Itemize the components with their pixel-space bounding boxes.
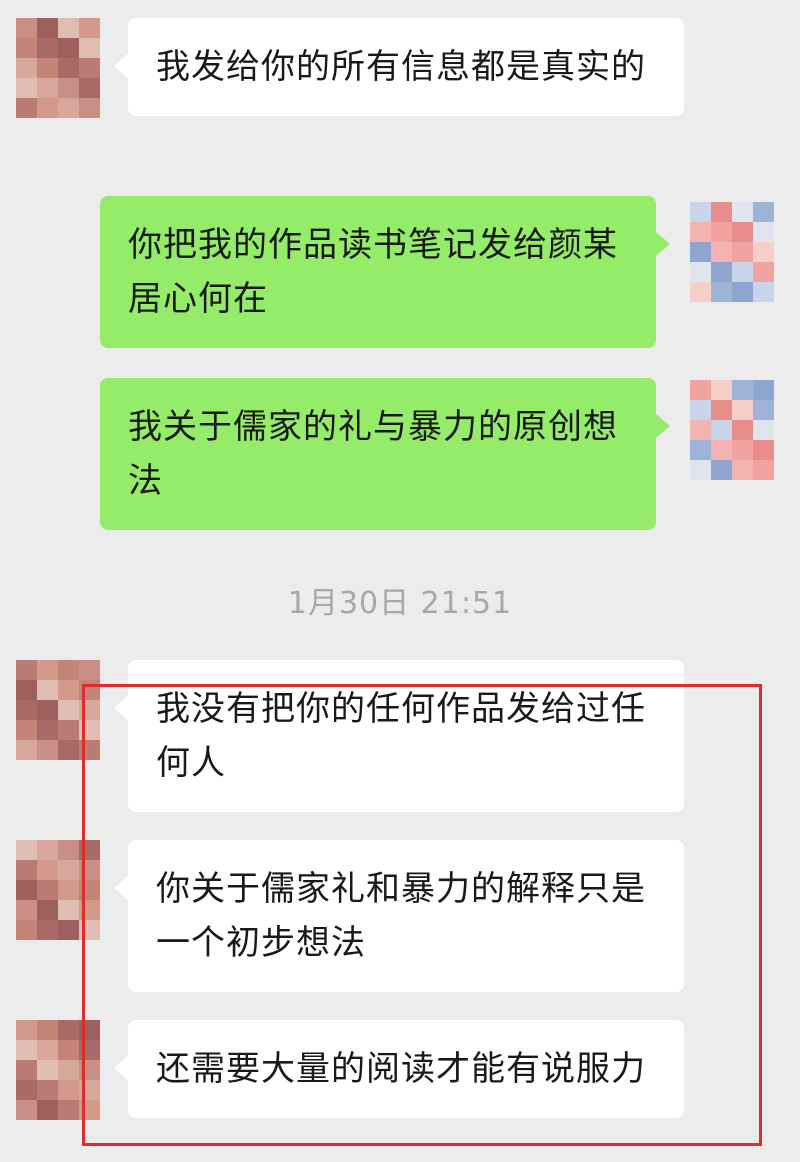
incoming-message-bubble[interactable]: 还需要大量的阅读才能有说服力 <box>114 1020 684 1118</box>
incoming-message-bubble[interactable]: 我发给你的所有信息都是真实的 <box>114 18 684 116</box>
contact-avatar[interactable] <box>16 660 100 760</box>
outgoing-message-bubble[interactable]: 你把我的作品读书笔记发给颜某居心何在 <box>100 196 670 348</box>
contact-avatar[interactable] <box>16 840 100 940</box>
user-avatar[interactable] <box>690 202 774 302</box>
message-text: 你把我的作品读书笔记发给颜某居心何在 <box>128 225 618 319</box>
outgoing-message-bubble[interactable]: 我关于儒家的礼与暴力的原创想法 <box>100 378 670 530</box>
message-text: 还需要大量的阅读才能有说服力 <box>156 1049 646 1089</box>
message-text: 你关于儒家礼和暴力的解释只是一个初步想法 <box>156 869 646 963</box>
message-text: 我关于儒家的礼与暴力的原创想法 <box>128 407 618 501</box>
contact-avatar[interactable] <box>16 1020 100 1120</box>
incoming-message-bubble[interactable]: 你关于儒家礼和暴力的解释只是一个初步想法 <box>114 840 684 992</box>
user-avatar[interactable] <box>690 380 774 480</box>
contact-avatar[interactable] <box>16 18 100 118</box>
message-text: 我没有把你的任何作品发给过任何人 <box>156 689 646 783</box>
incoming-message-bubble[interactable]: 我没有把你的任何作品发给过任何人 <box>114 660 684 812</box>
message-text: 我发给你的所有信息都是真实的 <box>156 47 646 87</box>
message-timestamp: 1月30日 21:51 <box>287 586 513 621</box>
